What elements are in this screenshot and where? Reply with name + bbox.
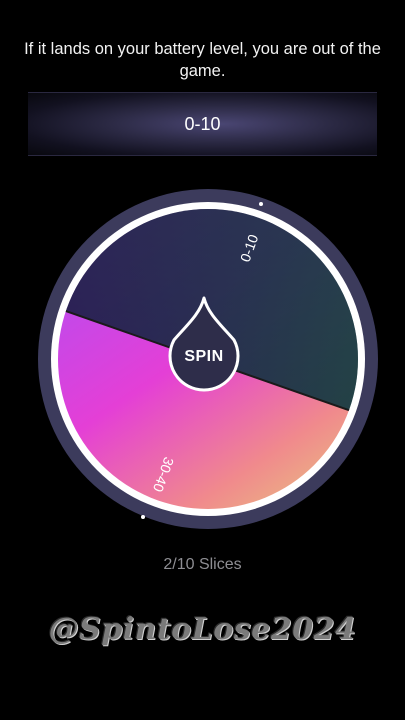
game-prompt: If it lands on your battery level, you a… (24, 40, 381, 80)
slice-count: 2/10 Slices (163, 556, 242, 573)
result-banner: 0-10 (28, 92, 377, 156)
result-text: 0-10 (184, 113, 221, 134)
spin-button[interactable]: SPIN (164, 296, 244, 396)
rim-dot-bottom (141, 515, 145, 519)
rim-dot-top (259, 202, 263, 206)
watermark: @SpintoLose2024 (48, 612, 357, 647)
spin-pointer (168, 296, 240, 392)
spin-label[interactable]: SPIN (164, 348, 244, 366)
